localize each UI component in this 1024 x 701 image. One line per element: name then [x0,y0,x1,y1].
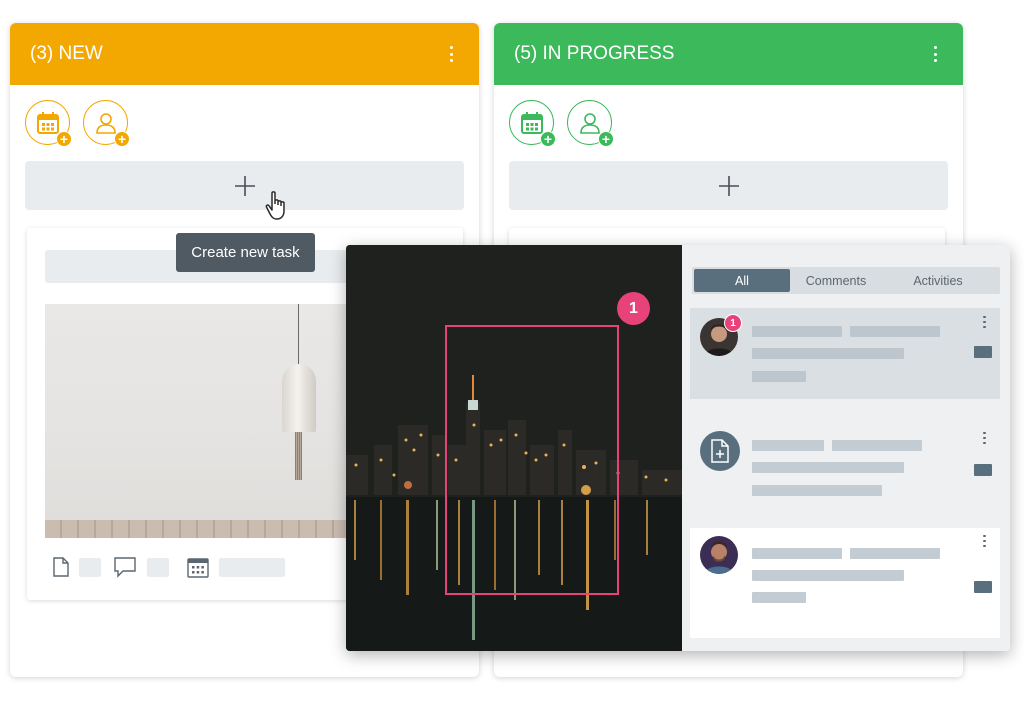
tab-comments[interactable]: Comments [790,269,882,292]
entry-menu-icon[interactable] [983,535,986,547]
add-date-button[interactable]: + [509,100,556,147]
city-skyline-image[interactable]: 1 [346,245,682,651]
notification-badge: 1 [724,314,742,332]
plus-icon: + [540,131,556,147]
calendar-icon [36,111,59,134]
plus-icon [718,175,739,196]
annotation-number-badge[interactable]: 1 [617,292,650,325]
column-menu-icon[interactable] [927,44,943,64]
activity-item[interactable] [690,528,1000,638]
column-header-in-progress: (5) IN PROGRESS [494,23,963,85]
file-count-placeholder [79,557,101,577]
entry-action-marker[interactable] [974,346,992,358]
create-task-button[interactable] [509,161,948,210]
kanban-board: (3) NEW + + (5) IN PROGRESS + + Create n… [0,0,1024,701]
user-icon [95,112,116,134]
user-icon [579,112,600,134]
tab-activities[interactable]: Activities [882,269,994,292]
activity-item[interactable]: 1 [690,308,1000,399]
create-task-button[interactable] [25,161,464,210]
calendar-icon [520,111,543,134]
activity-panel: All Comments Activities 1 [682,245,1010,651]
column-menu-icon[interactable] [443,44,459,64]
calendar-icon [187,558,209,578]
column-header-new: (3) NEW [10,23,479,85]
activity-item[interactable] [690,415,1000,515]
media-viewer: 1 All Comments Activities 1 [346,245,1010,651]
hand-cursor-icon [265,191,285,220]
add-user-button[interactable]: + [567,100,614,147]
entry-menu-icon[interactable] [983,432,986,444]
document-add-icon [700,431,740,471]
comment-icon [114,557,136,578]
column-title-new: (3) NEW [30,43,103,64]
activity-tabs: All Comments Activities [692,267,1000,294]
plus-icon: + [114,131,130,147]
plus-icon [234,175,255,196]
file-icon [53,557,69,577]
plus-icon: + [598,131,614,147]
tab-all[interactable]: All [694,269,790,292]
entry-action-marker[interactable] [974,464,992,476]
entry-action-marker[interactable] [974,581,992,593]
annotation-marker-box[interactable] [445,325,619,595]
add-user-button[interactable]: + [83,100,130,147]
avatar [700,536,738,574]
create-task-tooltip: Create new task [176,233,315,272]
column-title-in-progress: (5) IN PROGRESS [514,43,675,64]
due-date-placeholder [219,557,285,577]
entry-menu-icon[interactable] [983,316,986,328]
plus-icon: + [56,131,72,147]
add-date-button[interactable]: + [25,100,72,147]
comment-count-placeholder [147,557,169,577]
